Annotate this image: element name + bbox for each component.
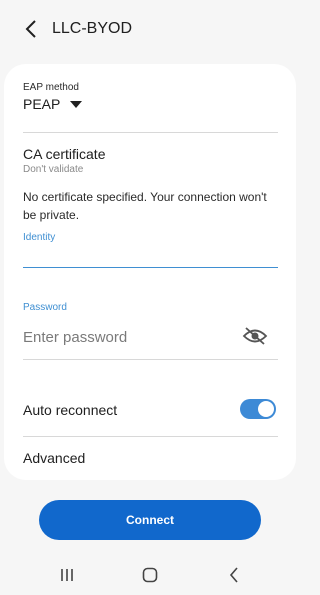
settings-card: EAP method PEAP CA certificate Don't val…	[4, 64, 296, 480]
divider	[23, 359, 278, 360]
toggle-knob	[258, 401, 274, 417]
home-icon	[142, 567, 158, 583]
identity-input[interactable]	[23, 247, 278, 268]
advanced-setting[interactable]: Advanced	[23, 450, 85, 466]
password-label: Password	[23, 302, 67, 313]
chevron-left-icon	[25, 20, 36, 38]
auto-reconnect-toggle[interactable]	[240, 399, 276, 419]
home-button[interactable]	[136, 563, 164, 587]
divider	[23, 436, 278, 437]
auto-reconnect-label: Auto reconnect	[23, 402, 118, 418]
divider	[23, 132, 278, 133]
system-navigation-bar	[0, 555, 300, 595]
eye-slash-icon	[242, 327, 268, 345]
eap-method-value: PEAP	[23, 96, 61, 112]
recent-apps-button[interactable]	[53, 563, 81, 587]
page-title: LLC-BYOD	[52, 20, 133, 37]
top-app-bar: LLC-BYOD	[0, 0, 300, 58]
nav-back-button[interactable]	[220, 563, 248, 587]
eap-method-label: EAP method	[23, 82, 79, 93]
show-password-button[interactable]	[240, 322, 270, 350]
ca-certificate-value: Don't validate	[23, 164, 84, 175]
back-icon	[229, 567, 238, 583]
recent-apps-icon	[61, 569, 73, 581]
ca-certificate-setting[interactable]: CA certificate Don't validate	[23, 146, 105, 175]
password-input[interactable]	[23, 326, 233, 348]
eap-method-dropdown[interactable]: PEAP	[23, 96, 83, 112]
connect-button[interactable]: Connect	[39, 500, 261, 540]
ca-certificate-title: CA certificate	[23, 146, 106, 162]
back-button[interactable]	[20, 18, 42, 40]
identity-label: Identity	[23, 232, 56, 243]
dropdown-caret-icon	[70, 100, 83, 108]
certificate-warning: No certificate specified. Your connectio…	[23, 190, 267, 222]
